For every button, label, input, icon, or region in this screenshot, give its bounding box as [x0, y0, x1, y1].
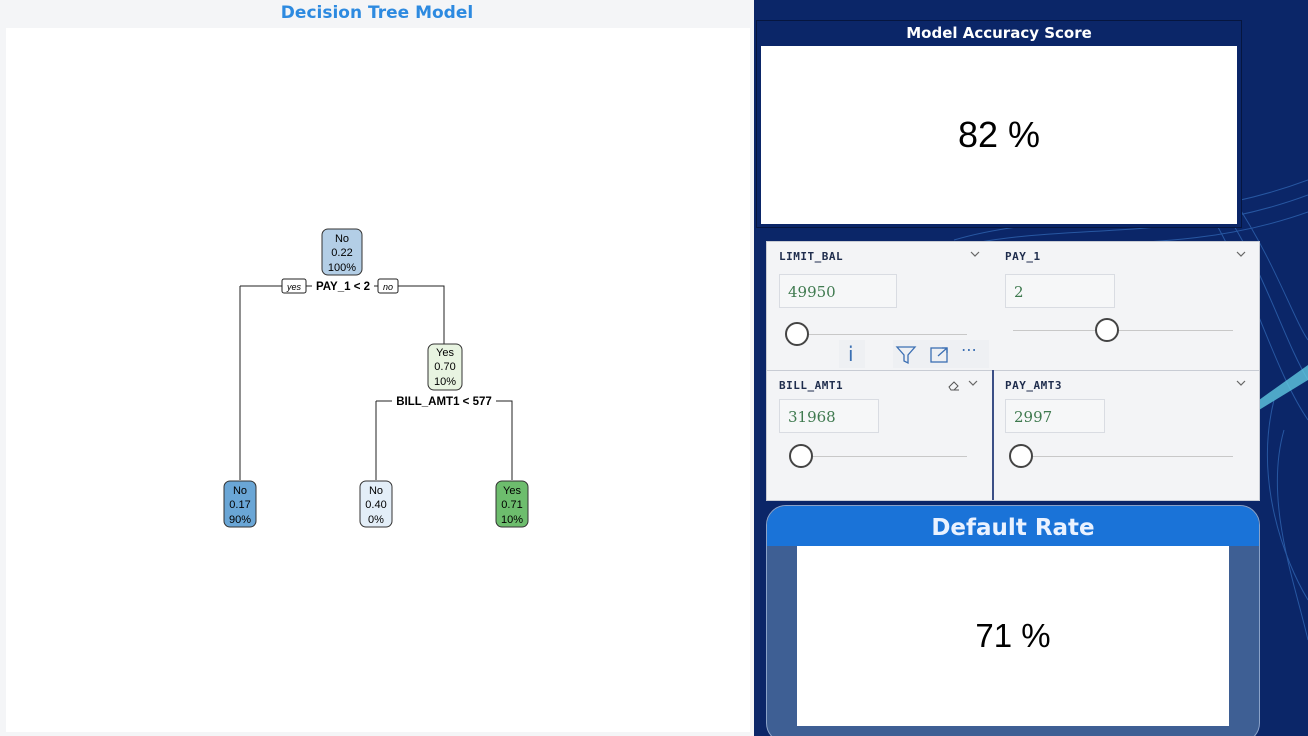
slicer-bill-amt1[interactable]: BILL_AMT1 31968: [767, 371, 1013, 499]
tree-node-root: No 0.22 100%: [321, 228, 363, 276]
eraser-icon[interactable]: [947, 379, 961, 391]
tree-canvas: yes PAY_1 < 2 no BILL_AMT1 < 577 No 0.22…: [6, 28, 750, 732]
leaf3-pct: 10%: [501, 514, 523, 526]
focus-mode-icon[interactable]: [929, 345, 951, 365]
split2-condition: BILL_AMT1 < 577: [396, 396, 492, 408]
swirl-line: [1267, 399, 1308, 601]
accuracy-title: Model Accuracy Score: [906, 24, 1092, 42]
visual-title: Decision Tree Model: [280, 3, 474, 23]
slider-track[interactable]: [1023, 456, 1233, 457]
slicer-pay-amt3[interactable]: PAY_AMT3 2997: [993, 371, 1246, 499]
leaf2-prob: 0.40: [365, 499, 386, 511]
root-prob: 0.22: [331, 247, 352, 259]
more-options-icon[interactable]: ⋯: [961, 340, 978, 359]
slicer-value-input[interactable]: 49950: [779, 274, 897, 308]
leaf2-pct: 0%: [368, 514, 384, 526]
slider-track[interactable]: [797, 334, 967, 335]
no-label: no: [383, 282, 393, 292]
edge-root-right: [398, 285, 445, 344]
leaf1-class: No: [233, 485, 247, 497]
slicer-value-input[interactable]: 31968: [779, 399, 879, 433]
slider-thumb[interactable]: [789, 444, 813, 468]
leaf3-prob: 0.71: [501, 499, 522, 511]
slicer-value-input[interactable]: 2997: [1005, 399, 1105, 433]
chevron-down-icon[interactable]: [969, 248, 981, 260]
tree-leaf-3: Yes 0.71 10%: [495, 480, 529, 528]
edge-split2-leaf3: [496, 400, 513, 480]
chevron-down-icon[interactable]: [967, 377, 979, 389]
leaf2-class: No: [369, 485, 383, 497]
slider-thumb[interactable]: [1009, 444, 1033, 468]
slicer-label: PAY_1: [1005, 250, 1041, 263]
tree-node-right: Yes 0.70 10%: [427, 343, 463, 391]
info-icon: i: [848, 342, 854, 366]
right-node-pct: 10%: [434, 376, 456, 388]
chevron-down-icon[interactable]: [1235, 248, 1247, 260]
slider-track[interactable]: [1013, 330, 1233, 331]
decision-tree-visual: Decision Tree Model yes PAY_1 < 2 no BIL…: [0, 0, 754, 736]
accuracy-value: 82 %: [761, 46, 1237, 224]
default-rate-card: Default Rate 71 %: [766, 505, 1260, 736]
tree-diagram: yes PAY_1 < 2 no BILL_AMT1 < 577 No 0.22…: [223, 228, 529, 528]
filter-icon[interactable]: [895, 345, 917, 365]
leaf3-class: Yes: [503, 485, 521, 497]
swirl-line: [1276, 429, 1308, 641]
leaf1-pct: 90%: [229, 514, 251, 526]
split1-condition: PAY_1 < 2: [316, 281, 370, 293]
accent-streak: [1259, 365, 1308, 410]
right-node-prob: 0.70: [434, 361, 455, 373]
slicer-label: PAY_AMT3: [1005, 379, 1062, 392]
tree-edges: [239, 285, 513, 480]
slider-thumb[interactable]: [1095, 318, 1119, 342]
default-rate-value: 71 %: [797, 546, 1229, 726]
leaf1-prob: 0.17: [229, 499, 250, 511]
slicers-panel: LIMIT_BAL 49950 PAY_1 2 i ⋯ BILL_AMT1 31…: [766, 241, 1260, 501]
info-button[interactable]: i: [839, 340, 865, 368]
slicer-pay-1[interactable]: PAY_1 2: [993, 242, 1246, 370]
tree-leaf-1: No 0.17 90%: [223, 480, 257, 528]
right-node-class: Yes: [436, 347, 454, 359]
dashboard-right-panel: Model Accuracy Score 82 % LIMIT_BAL 4995…: [754, 0, 1308, 736]
chevron-down-icon[interactable]: [1235, 377, 1247, 389]
default-rate-title: Default Rate: [931, 515, 1095, 541]
yes-label: yes: [286, 282, 302, 292]
slicer-value-input[interactable]: 2: [1005, 274, 1115, 308]
slider-thumb[interactable]: [785, 322, 809, 346]
root-class: No: [335, 233, 349, 245]
slicer-label: BILL_AMT1: [779, 379, 844, 392]
root-pct: 100%: [328, 262, 356, 274]
accuracy-card: Model Accuracy Score 82 %: [756, 20, 1242, 228]
slicer-label: LIMIT_BAL: [779, 250, 844, 263]
visual-toolbar: ⋯: [893, 340, 989, 368]
tree-leaf-2: No 0.40 0%: [359, 480, 393, 528]
slider-track[interactable]: [797, 456, 967, 457]
